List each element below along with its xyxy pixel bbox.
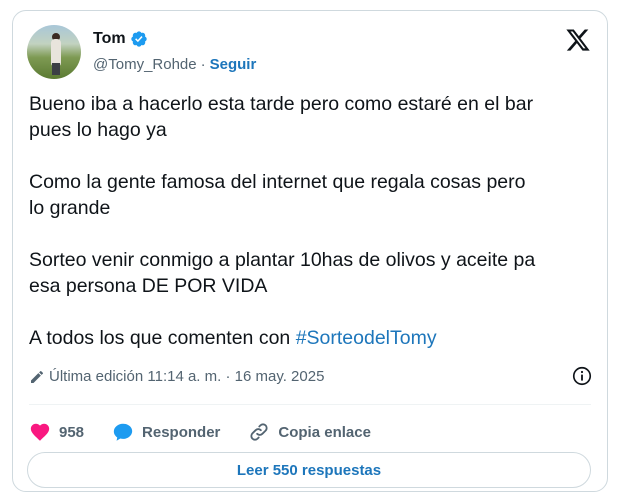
x-logo-icon[interactable] — [565, 27, 591, 53]
tweet-text: Bueno iba a hacerlo esta tarde pero como… — [29, 91, 599, 377]
follow-button[interactable]: Seguir — [210, 56, 257, 73]
tweet-paragraph: Bueno iba a hacerlo esta tarde pero como… — [29, 93, 534, 141]
heart-icon — [30, 423, 50, 441]
reply-button[interactable]: Responder — [112, 421, 220, 443]
action-bar: 958 Responder Copia enlace — [29, 421, 399, 443]
like-button[interactable]: 958 — [29, 421, 84, 443]
separator-dot: · — [200, 56, 206, 73]
edited-timestamp[interactable]: Última edición 11:14 a. m. · 16 may. 202… — [49, 368, 324, 385]
avatar[interactable] — [27, 25, 81, 79]
divider — [29, 404, 591, 405]
pencil-icon — [31, 370, 44, 383]
verified-badge-icon — [130, 31, 147, 47]
author-name[interactable]: Tom — [93, 30, 126, 48]
reply-bubble-icon — [113, 423, 133, 441]
tweet-paragraph: Sorteo venir conmigo a plantar 10has de … — [29, 249, 536, 297]
handle-row: @Tomy_Rohde · Seguir — [93, 56, 256, 73]
link-icon — [250, 423, 268, 441]
read-replies-button[interactable]: Leer 550 respuestas — [27, 452, 591, 488]
copy-link-button[interactable]: Copia enlace — [248, 421, 371, 443]
tweet-paragraph: Como la gente famosa del internet que re… — [29, 171, 526, 219]
author-handle[interactable]: @Tomy_Rohde — [93, 56, 197, 73]
tweet-last-line-text: A todos los que comenten con — [29, 327, 296, 349]
copy-link-label: Copia enlace — [278, 423, 371, 441]
reply-label: Responder — [142, 423, 221, 441]
tweet-card: Tom @Tomy_Rohde · Seguir Bueno iba a hac… — [12, 10, 608, 492]
like-count: 958 — [59, 423, 85, 441]
edit-info-row: Última edición 11:14 a. m. · 16 may. 202… — [29, 365, 593, 387]
info-icon[interactable] — [571, 365, 593, 387]
hashtag-link[interactable]: #SorteodelTomy — [296, 327, 437, 349]
read-replies-label: Leer 550 respuestas — [236, 461, 382, 479]
tweet-paragraph-last: A todos los que comenten con #SorteodelT… — [29, 325, 599, 351]
author-name-row: Tom — [93, 30, 148, 48]
